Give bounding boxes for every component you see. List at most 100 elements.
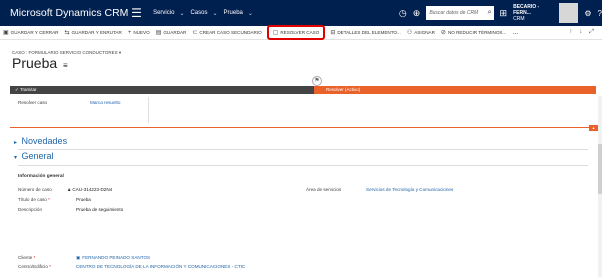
nav-item-record[interactable]: Prueba ⌄ xyxy=(224,10,253,17)
resolve-case-field-label: Resolver caso xyxy=(18,100,48,105)
stage-label: Tramitar xyxy=(19,87,37,92)
stage-label: Resolver (Activo) xyxy=(326,87,361,92)
lock-icon: 🔒︎ xyxy=(68,187,71,192)
divider xyxy=(18,149,588,150)
collapse-process-icon[interactable]: ▴ xyxy=(589,125,598,131)
chevron-down-icon: ⌄ xyxy=(179,10,185,17)
user-info[interactable]: BECARIO - FERN... CRM xyxy=(513,4,557,22)
client-name: FERNANDO PEINADO SANTOS xyxy=(82,255,151,260)
chevron-down-icon: ▾ xyxy=(14,155,18,161)
save-close-icon: ▣ xyxy=(3,30,9,36)
new-button[interactable]: + NUEVO xyxy=(125,30,153,36)
process-stage-tramitar[interactable]: ✓ Tramitar xyxy=(10,86,314,94)
client-label: Cliente * xyxy=(18,255,35,260)
nav-item-servicio[interactable]: Servicio ⌄ xyxy=(153,10,184,17)
advanced-find-icon[interactable]: ⊞ xyxy=(500,8,508,19)
hamburger-icon[interactable]: ☰ xyxy=(126,6,147,20)
resolve-case-button[interactable]: ▢ RESOLVER CASO xyxy=(266,25,326,40)
command-label: GUARDAR Y ENRUTAR xyxy=(71,30,122,35)
user-org: CRM xyxy=(513,16,525,22)
create-child-case-button[interactable]: ⊂ CREAR CASO SECUNDARIO xyxy=(189,29,264,36)
route-icon: ⇆ xyxy=(64,30,70,36)
client-link[interactable]: ▣ FERNANDO PEINADO SANTOS xyxy=(76,255,150,261)
section-general[interactable]: ▾ General xyxy=(14,151,54,161)
recent-clock-icon[interactable]: ◷ xyxy=(399,8,407,19)
plus-icon: + xyxy=(127,29,132,36)
section-title: General xyxy=(21,151,54,161)
chevron-down-icon: ⌄ xyxy=(212,10,218,17)
child-case-icon: ⊂ xyxy=(192,30,198,36)
case-number-value: 🔒︎ CAU-314223-D2N4 xyxy=(68,187,112,192)
search-input[interactable]: Buscar datos de CRM ⌕ xyxy=(426,6,494,20)
resolve-icon: ▢ xyxy=(272,30,279,36)
description-field[interactable]: Prueba de seguimiento xyxy=(76,207,123,212)
command-bar: ▣ GUARDAR Y CERRAR ⇆ GUARDAR Y ENRUTAR +… xyxy=(0,25,602,40)
section-novedades[interactable]: ▸ Novedades xyxy=(14,136,67,146)
avatar[interactable] xyxy=(559,3,579,23)
command-label: CREAR CASO SECUNDARIO xyxy=(199,30,262,35)
required-marker: * xyxy=(46,197,50,202)
expand-icon[interactable]: ⤢ xyxy=(589,29,594,36)
record-navigation: ↑ ↓ ⤢ xyxy=(569,29,602,36)
service-area-label: Área de servicios xyxy=(306,187,342,192)
client-label-text: Cliente xyxy=(18,255,33,260)
previous-record-icon[interactable]: ↑ xyxy=(569,29,572,36)
item-details-button[interactable]: ⊟ DETALLES DEL ELEMENTO... xyxy=(327,29,404,36)
nav-item-label: Servicio xyxy=(153,10,175,16)
service-area-link[interactable]: Servicios de Tecnología y Comunicaciones xyxy=(366,187,453,192)
help-icon[interactable]: ? xyxy=(598,9,602,18)
center-label-text: Centro/Edificio xyxy=(18,264,48,269)
search-placeholder: Buscar datos de CRM xyxy=(429,10,479,16)
divider xyxy=(18,165,588,166)
user-name: BECARIO - FERN... xyxy=(513,4,540,16)
command-label: NUEVO xyxy=(133,30,150,35)
case-number-label: Número de caso xyxy=(18,187,52,192)
more-commands-button[interactable]: ... xyxy=(509,29,521,36)
nav-item-casos[interactable]: Casos ⌄ xyxy=(190,10,217,17)
command-label: RESOLVER CASO xyxy=(280,30,320,35)
chevron-down-icon: ▾ xyxy=(118,50,122,55)
section-title: Novedades xyxy=(21,136,68,146)
search-icon[interactable]: ⌕ xyxy=(488,9,492,17)
chevron-right-icon: ▸ xyxy=(14,140,18,146)
save-button[interactable]: ▤ GUARDAR xyxy=(153,29,190,36)
command-label: ASIGNAR xyxy=(414,30,435,35)
list-icon[interactable]: ≡ xyxy=(63,61,68,70)
command-label: DETALLES DEL ELEMENTO... xyxy=(337,30,401,35)
create-plus-icon[interactable]: ⊕ xyxy=(413,8,421,19)
brand-title[interactable]: Microsoft Dynamics CRM xyxy=(10,7,128,19)
save-close-button[interactable]: ▣ GUARDAR Y CERRAR xyxy=(0,29,62,36)
top-navigation-bar: Microsoft Dynamics CRM ☰ Servicio ⌄ Caso… xyxy=(0,0,602,26)
description-label: Descripción xyxy=(18,207,42,212)
command-label: NO REDUCIR TÉRMINOS... xyxy=(447,30,507,35)
save-icon: ▤ xyxy=(155,30,162,36)
save-route-button[interactable]: ⇆ GUARDAR Y ENRUTAR xyxy=(62,29,125,36)
assign-button[interactable]: ⚇ ASIGNAR xyxy=(404,29,438,36)
gear-icon[interactable]: ⚙ xyxy=(584,9,591,18)
required-marker: * xyxy=(47,264,51,269)
divider xyxy=(148,97,149,123)
more-icon: ... xyxy=(512,29,519,36)
no-reduce-terms-button[interactable]: ⊘ NO REDUCIR TÉRMINOS... xyxy=(438,29,509,36)
center-link[interactable]: CENTRO DE TECNOLOGÍA DE LA INFORMACIÓN Y… xyxy=(76,264,245,269)
scrollbar-thumb[interactable] xyxy=(598,144,602,194)
resolve-case-field-value[interactable]: Marca resuelto xyxy=(90,100,120,105)
required-marker: * xyxy=(32,255,36,260)
process-bar: ✓ Tramitar Resolver (Activo) ⚑ xyxy=(10,76,596,94)
contact-icon: ▣ xyxy=(76,255,81,260)
nav-item-label: Casos xyxy=(190,10,208,16)
chevron-down-icon: ⌄ xyxy=(247,10,253,17)
case-number-text: CAU-314223-D2N4 xyxy=(72,187,113,192)
vertical-scrollbar[interactable] xyxy=(598,96,602,277)
command-label: GUARDAR Y CERRAR xyxy=(10,30,59,35)
process-stage-resolver[interactable]: Resolver (Activo) xyxy=(314,86,596,94)
details-icon: ⊟ xyxy=(330,30,336,36)
assign-icon: ⚇ xyxy=(406,30,413,36)
no-reduce-icon: ⊘ xyxy=(440,30,446,36)
case-title-field[interactable]: Prueba xyxy=(76,197,91,202)
process-flag-icon[interactable]: ⚑ xyxy=(312,76,322,86)
next-record-icon[interactable]: ↓ xyxy=(579,29,582,36)
record-title: Prueba xyxy=(12,55,58,71)
divider xyxy=(10,127,596,128)
case-title-label: Título de caso * xyxy=(18,197,50,202)
